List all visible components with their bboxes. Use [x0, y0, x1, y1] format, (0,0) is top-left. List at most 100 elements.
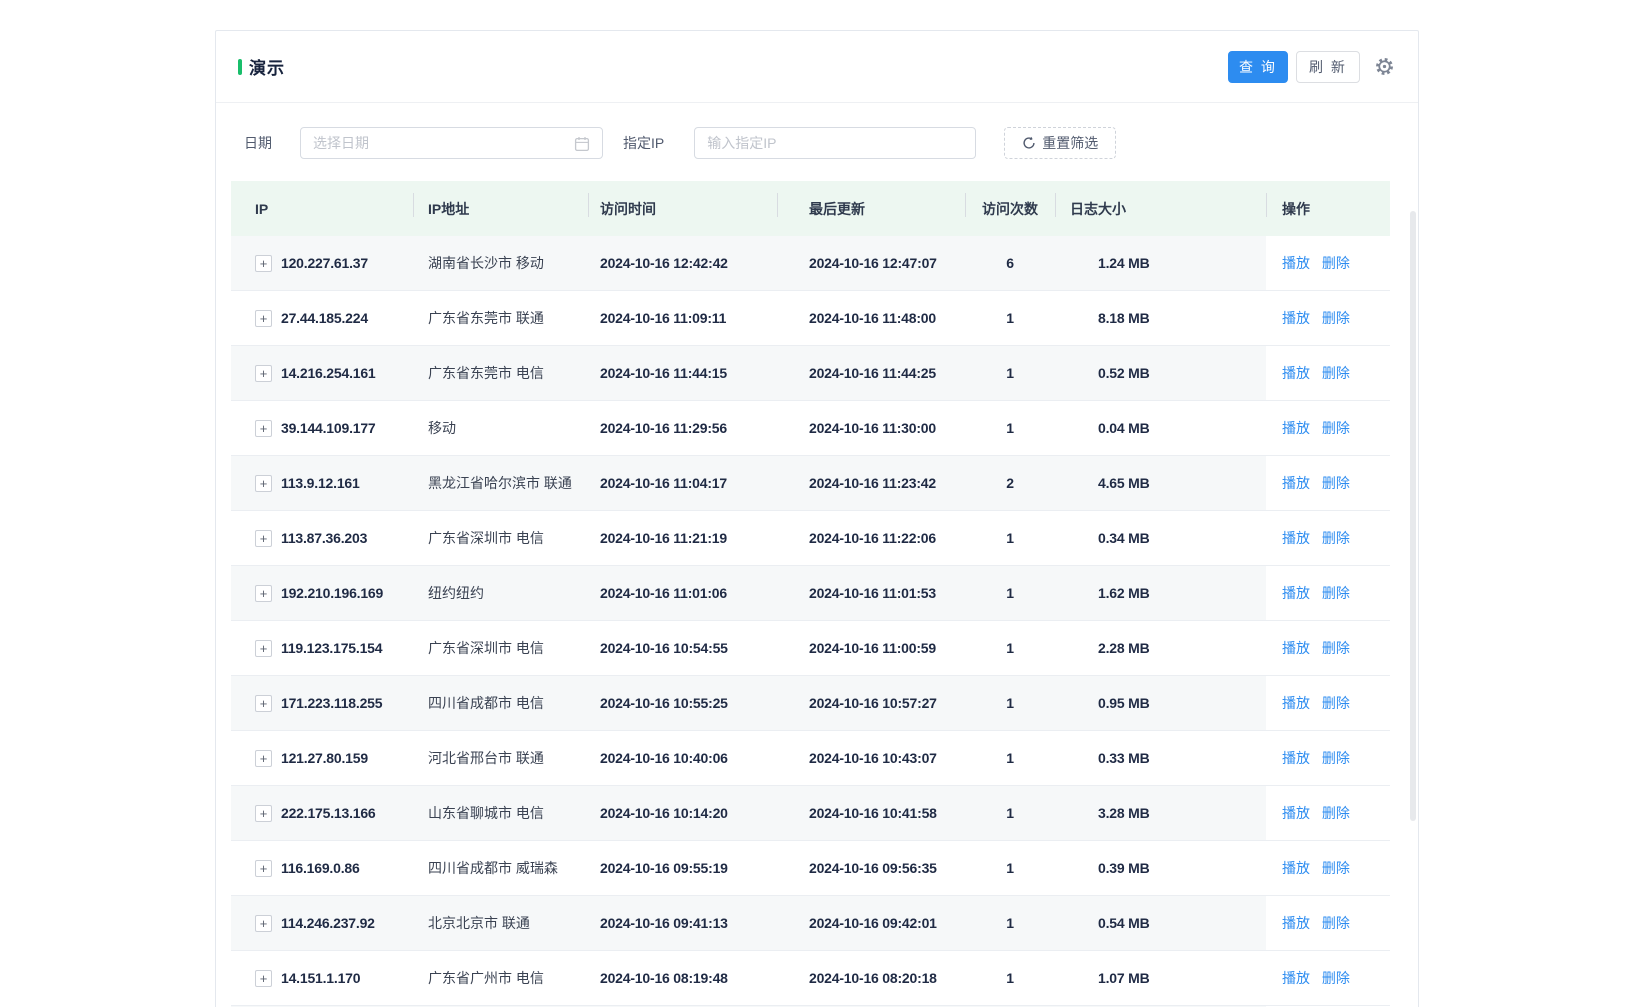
- play-link[interactable]: 播放: [1282, 255, 1310, 271]
- last-update-cell: 2024-10-16 11:30:00: [809, 420, 936, 436]
- log-size-cell: 2.28 MB: [1098, 640, 1150, 656]
- table-row: + 113.9.12.161 黑龙江省哈尔滨市 联通 2024-10-16 11…: [231, 456, 1390, 511]
- ip-cell: + 171.223.118.255: [231, 694, 413, 712]
- delete-link[interactable]: 删除: [1322, 530, 1350, 546]
- table-row: + 114.246.237.92 北京北京市 联通 2024-10-16 09:…: [231, 896, 1390, 951]
- delete-link[interactable]: 删除: [1322, 585, 1350, 601]
- log-size-cell: 0.54 MB: [1098, 915, 1150, 931]
- expand-row-button[interactable]: +: [255, 254, 272, 272]
- ip-cell: + 114.246.237.92: [231, 914, 413, 932]
- refresh-button[interactable]: 刷 新: [1296, 50, 1360, 83]
- play-link[interactable]: 播放: [1282, 310, 1310, 326]
- play-link[interactable]: 播放: [1282, 805, 1310, 821]
- delete-link[interactable]: 删除: [1322, 970, 1350, 986]
- gear-icon[interactable]: [1374, 57, 1394, 77]
- expand-row-button[interactable]: +: [255, 804, 272, 822]
- ip-value: 119.123.175.154: [281, 640, 383, 656]
- ip-value: 171.223.118.255: [281, 695, 383, 711]
- expand-row-button[interactable]: +: [255, 749, 272, 767]
- header-actions: 查 询 刷 新: [1228, 50, 1394, 83]
- reset-filter-button[interactable]: 重置筛选: [1004, 127, 1117, 159]
- delete-link[interactable]: 删除: [1322, 860, 1350, 876]
- play-link[interactable]: 播放: [1282, 695, 1310, 711]
- last-update-cell: 2024-10-16 11:44:25: [809, 365, 936, 381]
- visit-count-cell: 1: [1006, 585, 1014, 601]
- ip-value: 39.144.109.177: [281, 420, 376, 436]
- play-link[interactable]: 播放: [1282, 420, 1310, 436]
- delete-link[interactable]: 删除: [1322, 255, 1350, 271]
- location-cell: 广东省广州市 电信: [428, 970, 544, 986]
- expand-row-button[interactable]: +: [255, 969, 272, 987]
- actions-cell: 播放 删除: [1266, 308, 1390, 328]
- expand-row-button[interactable]: +: [255, 584, 272, 602]
- delete-link[interactable]: 删除: [1322, 695, 1350, 711]
- table-row: + 120.227.61.37 湖南省长沙市 移动 2024-10-16 12:…: [231, 236, 1390, 291]
- expand-row-button[interactable]: +: [255, 859, 272, 877]
- delete-link[interactable]: 删除: [1322, 915, 1350, 931]
- play-link[interactable]: 播放: [1282, 640, 1310, 656]
- expand-row-button[interactable]: +: [255, 364, 272, 382]
- log-size-cell: 0.95 MB: [1098, 695, 1150, 711]
- date-input[interactable]: [301, 128, 602, 158]
- expand-row-button[interactable]: +: [255, 694, 272, 712]
- visit-count-cell: 1: [1006, 860, 1014, 876]
- delete-link[interactable]: 删除: [1322, 750, 1350, 766]
- last-update-cell: 2024-10-16 11:00:59: [809, 640, 936, 656]
- play-link[interactable]: 播放: [1282, 860, 1310, 876]
- actions-cell: 播放 删除: [1266, 913, 1390, 933]
- expand-row-button[interactable]: +: [255, 639, 272, 657]
- ip-cell: + 14.216.254.161: [231, 364, 413, 382]
- play-link[interactable]: 播放: [1282, 970, 1310, 986]
- delete-link[interactable]: 删除: [1322, 365, 1350, 381]
- play-link[interactable]: 播放: [1282, 365, 1310, 381]
- location-cell: 广东省深圳市 电信: [428, 640, 544, 656]
- play-link[interactable]: 播放: [1282, 750, 1310, 766]
- last-update-cell: 2024-10-16 10:57:27: [809, 695, 937, 711]
- play-link[interactable]: 播放: [1282, 915, 1310, 931]
- data-table: IP IP地址 访问时间 最后更新 访问次数 日志大小 操作 + 120.227…: [231, 181, 1390, 1007]
- ip-value: 113.87.36.203: [281, 530, 368, 546]
- expand-row-button[interactable]: +: [255, 474, 272, 492]
- location-cell: 移动: [428, 420, 456, 436]
- ip-input[interactable]: [695, 128, 976, 158]
- log-size-cell: 1.24 MB: [1098, 255, 1150, 271]
- play-link[interactable]: 播放: [1282, 585, 1310, 601]
- log-size-cell: 0.34 MB: [1098, 530, 1150, 546]
- ip-cell: + 14.151.1.170: [231, 969, 413, 987]
- visit-time-cell: 2024-10-16 10:14:20: [600, 805, 728, 821]
- query-button[interactable]: 查 询: [1228, 50, 1288, 83]
- delete-link[interactable]: 删除: [1322, 420, 1350, 436]
- date-picker[interactable]: [300, 127, 603, 159]
- visit-count-cell: 1: [1006, 915, 1014, 931]
- play-link[interactable]: 播放: [1282, 530, 1310, 546]
- log-size-cell: 1.62 MB: [1098, 585, 1150, 601]
- expand-row-button[interactable]: +: [255, 529, 272, 547]
- location-cell: 广东省东莞市 电信: [428, 365, 544, 381]
- expand-row-button[interactable]: +: [255, 309, 272, 327]
- delete-link[interactable]: 删除: [1322, 805, 1350, 821]
- log-size-cell: 0.39 MB: [1098, 860, 1150, 876]
- expand-row-button[interactable]: +: [255, 914, 272, 932]
- table-row: + 39.144.109.177 移动 2024-10-16 11:29:56 …: [231, 401, 1390, 456]
- table-row: + 27.44.185.224 广东省东莞市 联通 2024-10-16 11:…: [231, 291, 1390, 346]
- table-row: + 113.87.36.203 广东省深圳市 电信 2024-10-16 11:…: [231, 511, 1390, 566]
- column-header-visit-time: 访问时间: [588, 192, 777, 219]
- panel-header: 演示 查 询 刷 新: [216, 31, 1418, 103]
- play-link[interactable]: 播放: [1282, 475, 1310, 491]
- scrollbar-thumb[interactable]: [1410, 211, 1416, 821]
- column-header-visit-count: 访问次数: [965, 192, 1055, 219]
- expand-row-button[interactable]: +: [255, 419, 272, 437]
- ip-cell: + 121.27.80.159: [231, 749, 413, 767]
- demo-panel: 演示 查 询 刷 新 日期 选择日期 指定IP 输入指定IP 重置筛选 IP I…: [215, 30, 1419, 1007]
- ip-filter[interactable]: [694, 127, 977, 159]
- visit-count-cell: 1: [1006, 365, 1014, 381]
- scrollbar[interactable]: [1409, 141, 1416, 1007]
- actions-cell: 播放 删除: [1266, 803, 1390, 823]
- visit-time-cell: 2024-10-16 09:55:19: [600, 860, 728, 876]
- visit-count-cell: 1: [1006, 970, 1014, 986]
- actions-cell: 播放 删除: [1266, 528, 1390, 548]
- delete-link[interactable]: 删除: [1322, 310, 1350, 326]
- last-update-cell: 2024-10-16 09:56:35: [809, 860, 937, 876]
- delete-link[interactable]: 删除: [1322, 475, 1350, 491]
- delete-link[interactable]: 删除: [1322, 640, 1350, 656]
